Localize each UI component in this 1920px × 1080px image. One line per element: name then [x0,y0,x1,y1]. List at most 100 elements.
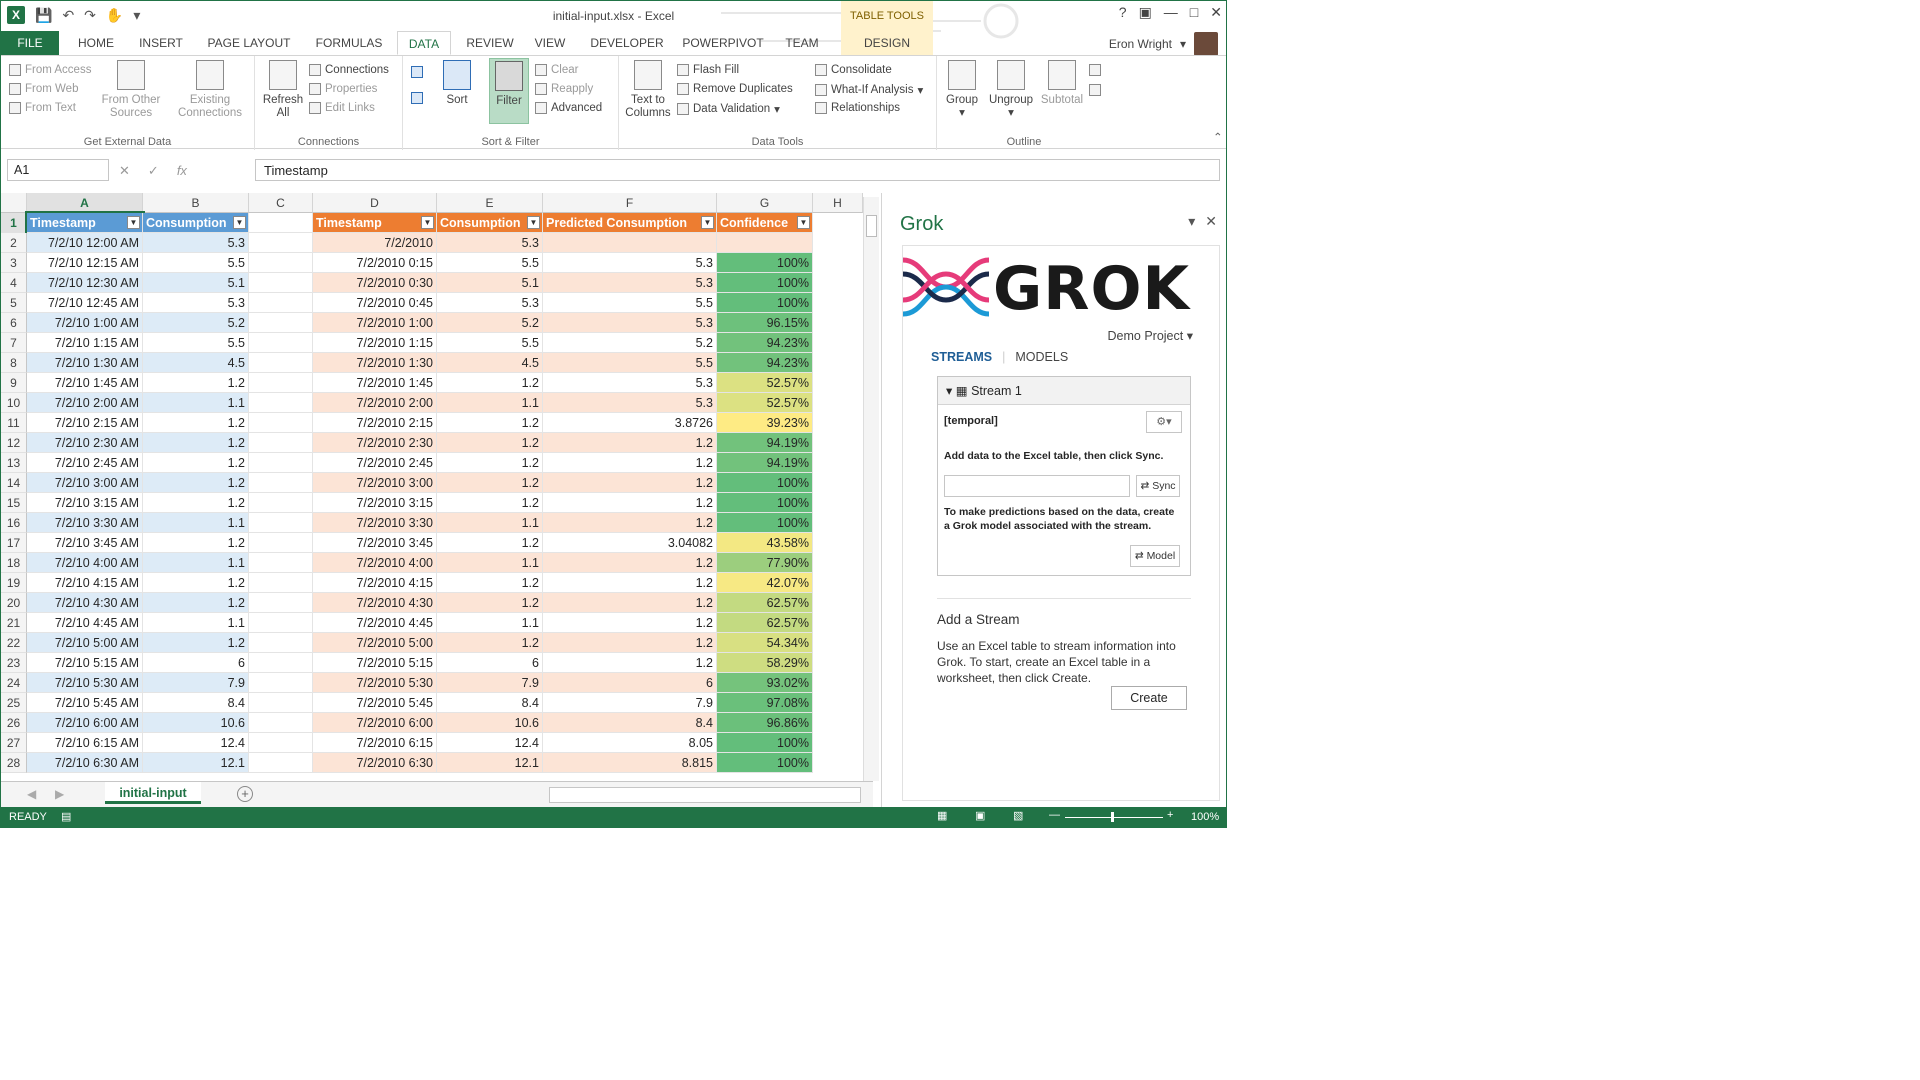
table-cell[interactable]: 62.57% [717,613,813,633]
table-cell[interactable]: 7/2/2010 1:00 [313,313,437,333]
table-cell[interactable]: 7/2/2010 3:15 [313,493,437,513]
filter-dropdown-icon[interactable]: ▼ [233,216,246,229]
table-cell[interactable]: 1.2 [437,533,543,553]
table-cell[interactable]: 7/2/2010 4:15 [313,573,437,593]
ungroup-button[interactable]: Ungroup ▾ [987,60,1035,120]
row-header[interactable]: 24 [1,673,27,693]
table-cell[interactable]: 5.3 [437,233,543,253]
table-cell[interactable]: 1.1 [143,513,249,533]
cell[interactable] [249,213,313,233]
table-cell[interactable]: 1.2 [437,593,543,613]
table-cell[interactable]: 3.8726 [543,413,717,433]
table-cell[interactable]: 93.02% [717,673,813,693]
table-cell[interactable]: 7/2/2010 2:45 [313,453,437,473]
table-cell[interactable]: 5.1 [437,273,543,293]
table-header-cell[interactable]: Consumption ▼ [143,213,249,233]
zoom-in-icon[interactable]: + [1167,809,1173,821]
group-button[interactable]: Group ▾ [943,60,981,120]
tab-formulas[interactable]: FORMULAS [309,31,389,55]
table-cell[interactable]: 7/2/10 6:30 AM [27,753,143,773]
zoom-level[interactable]: 100% [1191,811,1219,823]
text-to-columns-button[interactable]: Text to Columns [623,60,673,120]
table-cell[interactable]: 7/2/10 2:45 AM [27,453,143,473]
row-header[interactable]: 10 [1,393,27,413]
table-cell[interactable]: 1.2 [543,573,717,593]
table-cell[interactable]: 1.2 [143,473,249,493]
table-cell[interactable]: 100% [717,753,813,773]
tab-insert[interactable]: INSERT [133,31,189,55]
table-cell[interactable] [249,733,313,753]
row-header[interactable]: 18 [1,553,27,573]
table-cell[interactable]: 7/2/2010 3:30 [313,513,437,533]
table-cell[interactable]: 97.08% [717,693,813,713]
table-cell[interactable]: 5.2 [543,333,717,353]
close-icon[interactable]: ✕ [1210,4,1222,21]
tab-data[interactable]: DATA [397,31,451,55]
table-cell[interactable] [249,413,313,433]
row-header[interactable]: 6 [1,313,27,333]
table-cell[interactable]: 5.3 [143,293,249,313]
column-header-h[interactable]: H [813,193,863,213]
table-cell[interactable]: 100% [717,293,813,313]
table-cell[interactable]: 100% [717,513,813,533]
table-cell[interactable] [249,493,313,513]
table-cell[interactable]: 7/2/10 12:30 AM [27,273,143,293]
table-cell[interactable]: 7/2/10 5:00 AM [27,633,143,653]
what-if-analysis-button[interactable]: What-If Analysis ▾ [815,83,923,97]
table-cell[interactable]: 7/2/10 6:15 AM [27,733,143,753]
table-cell[interactable] [249,613,313,633]
ribbon-display-icon[interactable]: ▣ [1139,4,1152,21]
create-button[interactable]: Create [1111,686,1187,710]
table-cell[interactable]: 5.5 [143,253,249,273]
table-cell[interactable] [249,393,313,413]
select-all-corner[interactable] [1,193,27,213]
table-cell[interactable]: 1.2 [143,493,249,513]
column-header-f[interactable]: F [543,193,717,213]
table-cell[interactable]: 1.2 [543,593,717,613]
table-cell[interactable]: 5.3 [543,273,717,293]
row-header[interactable]: 7 [1,333,27,353]
table-cell[interactable]: 7/2/10 3:45 AM [27,533,143,553]
table-cell[interactable]: 6 [543,673,717,693]
table-cell[interactable]: 7/2/2010 5:45 [313,693,437,713]
table-cell[interactable] [717,233,813,253]
table-cell[interactable]: 39.23% [717,413,813,433]
tab-home[interactable]: HOME [71,31,121,55]
table-cell[interactable]: 52.57% [717,373,813,393]
table-cell[interactable]: 1.2 [543,653,717,673]
row-header[interactable]: 5 [1,293,27,313]
table-cell[interactable]: 100% [717,273,813,293]
table-cell[interactable]: 7/2/2010 4:30 [313,593,437,613]
sync-button[interactable]: ⇄ Sync [1136,475,1180,497]
from-access-button[interactable]: From Access [9,64,91,76]
row-header[interactable]: 28 [1,753,27,773]
table-cell[interactable]: 7/2/10 4:30 AM [27,593,143,613]
table-cell[interactable]: 7/2/2010 6:30 [313,753,437,773]
table-cell[interactable]: 8.4 [437,693,543,713]
name-box[interactable]: A1 [7,159,109,181]
sort-za-button[interactable] [411,92,423,104]
row-header[interactable]: 4 [1,273,27,293]
zoom-slider[interactable] [1065,817,1163,818]
table-cell[interactable]: 1.2 [543,453,717,473]
table-cell[interactable]: 94.19% [717,453,813,473]
table-cell[interactable]: 4.5 [437,353,543,373]
table-cell[interactable] [543,233,717,253]
row-header[interactable]: 25 [1,693,27,713]
table-cell[interactable]: 1.1 [143,553,249,573]
minimize-icon[interactable]: — [1164,4,1178,21]
table-cell[interactable]: 7/2/2010 2:00 [313,393,437,413]
insert-function-icon[interactable]: fx [177,163,187,179]
table-cell[interactable]: 7/2/2010 4:00 [313,553,437,573]
table-header-cell[interactable]: Confidence ▼ [717,213,813,233]
table-cell[interactable]: 1.2 [437,573,543,593]
table-cell[interactable]: 6 [143,653,249,673]
table-cell[interactable]: 5.5 [437,333,543,353]
row-header[interactable]: 26 [1,713,27,733]
table-cell[interactable] [249,573,313,593]
collapse-ribbon-icon[interactable]: ⌃ [1213,130,1223,144]
table-cell[interactable]: 6 [437,653,543,673]
advanced-button[interactable]: Advanced [535,102,602,114]
row-header[interactable]: 19 [1,573,27,593]
tab-streams[interactable]: STREAMS [931,350,992,364]
